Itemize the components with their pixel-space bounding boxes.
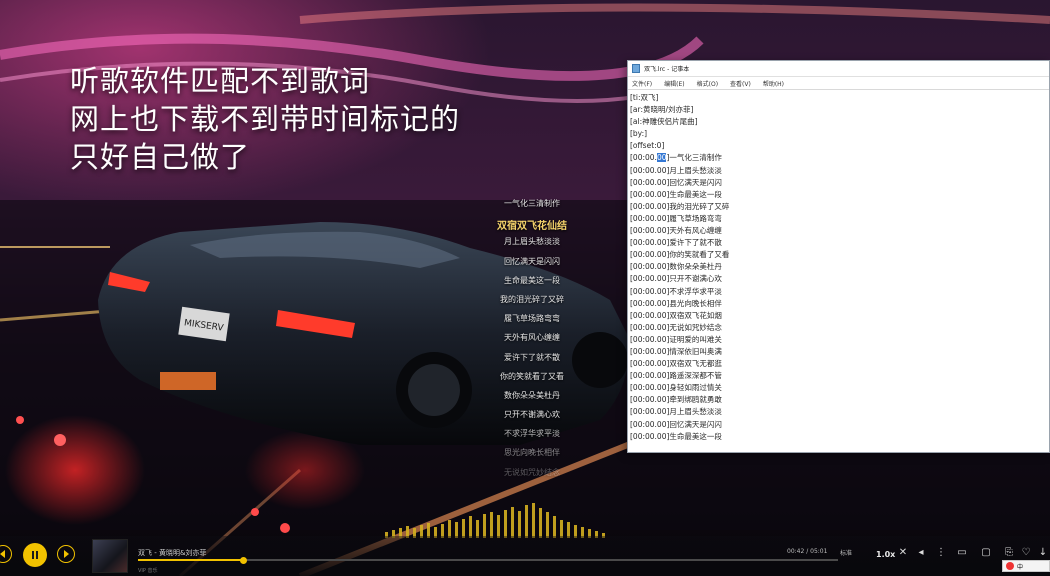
notepad-lyric-line: [00:00.00]双宿双飞花如烟 bbox=[630, 310, 722, 320]
notepad-lyric-line: [00:00.00]证明爱的叫难关 bbox=[630, 334, 722, 344]
notepad-lyric-line: [00:00.00]回忆满天是闪闪 bbox=[630, 419, 722, 429]
progress-fill bbox=[138, 559, 243, 561]
ime-toolbar[interactable]: 中 bbox=[1002, 560, 1050, 572]
progress-knob[interactable] bbox=[239, 556, 247, 564]
notepad-lyric-line: [00:00.00]只开不谢满心欢 bbox=[630, 274, 722, 284]
next-icon bbox=[64, 550, 69, 558]
lyric-line: 数你朵朵美杜丹 bbox=[504, 390, 560, 400]
comment-icon[interactable]: ▢ bbox=[980, 547, 992, 559]
lyric-line: 回忆满天是闪闪 bbox=[504, 256, 560, 266]
previous-icon bbox=[0, 550, 5, 558]
caption-line-2: 网上也下载不到带时间标记的 bbox=[70, 102, 461, 136]
notepad-lyric-line: [00:00.00]天外有风心缠缠 bbox=[630, 226, 722, 236]
time-display: 00:42 / 05:01 bbox=[787, 548, 828, 555]
lyric-line: 爱许下了就不散 bbox=[504, 352, 560, 362]
lyric-line: 履飞草场路弯弯 bbox=[504, 314, 560, 324]
quality-selector[interactable]: 标准 bbox=[840, 548, 852, 557]
notepad-lyric-line: [00:00.00]生命最美这一段 bbox=[630, 431, 722, 441]
notepad-header-line: [ar:黄晓明/刘亦菲] bbox=[630, 105, 694, 115]
lyric-text: ]一气化三清制作 bbox=[666, 153, 722, 163]
notepad-menubar: 文件(F) 编辑(E) 格式(O) 查看(V) 帮助(H) bbox=[628, 77, 1049, 90]
caption-line-1: 听歌软件匹配不到歌词 bbox=[70, 64, 371, 98]
notepad-lyric-line: [00:00.00]月上眉头愁淡淡 bbox=[630, 165, 722, 175]
notepad-lyric-line: [00:00.00]不求浮华求平淡 bbox=[630, 286, 722, 296]
progress-track[interactable] bbox=[138, 556, 838, 564]
lyrics-icon[interactable]: ▭ bbox=[956, 547, 968, 559]
share-icon[interactable]: ⎘ bbox=[1003, 547, 1015, 559]
lyric-line: 思光向晚长相伴 bbox=[504, 448, 560, 458]
shuffle-icon[interactable]: ✕ bbox=[897, 547, 909, 559]
download-icon[interactable]: ↓ bbox=[1037, 547, 1049, 559]
lyric-line: 双宿双飞花仙结 bbox=[497, 221, 567, 233]
notepad-menu-item[interactable]: 编辑(E) bbox=[664, 79, 684, 88]
notepad-menu-item[interactable]: 文件(F) bbox=[632, 79, 652, 88]
music-player-bar: 双飞 - 黄晓明&刘亦菲 VIP 音乐 00:42 / 05:01 标准 1.0… bbox=[0, 536, 1050, 576]
lyric-line: 生命最美这一段 bbox=[504, 275, 560, 285]
lyric-line: 月上眉头愁淡淡 bbox=[504, 237, 560, 247]
notepad-title: 双飞.lrc - 记事本 bbox=[644, 66, 690, 73]
playlist-icon[interactable]: ⋮ bbox=[935, 547, 947, 559]
lyric-line: 无说如咒妙结念 bbox=[504, 467, 560, 477]
lyric-line: 只开不谢满心欢 bbox=[504, 410, 560, 420]
notepad-lyric-line: [00:00.00]牵到绑鸥就勇敢 bbox=[630, 395, 722, 405]
notepad-icon bbox=[632, 64, 640, 73]
notepad-menu-item[interactable]: 格式(O) bbox=[697, 79, 718, 88]
notepad-lyric-line: [00:00.00]情深依旧叫奥满 bbox=[630, 346, 722, 356]
notepad-lyric-line: [00:00.00]你的笑就看了又看 bbox=[630, 250, 730, 260]
notepad-header-line: [ti:双飞] bbox=[630, 93, 659, 102]
notepad-header-line: [offset:0] bbox=[630, 141, 665, 151]
ime-logo-icon bbox=[1006, 562, 1014, 570]
notepad-header-line: [al:神雕侠侣片尾曲] bbox=[630, 117, 698, 127]
notepad-lyric-line: [00:00.00]数你朵朵美杜丹 bbox=[630, 262, 722, 272]
lyric-line: 天外有风心缠缠 bbox=[504, 333, 560, 343]
notepad-lyric-line: [00:00.00]我的泪光碎了又碎 bbox=[630, 201, 730, 211]
pause-icon bbox=[32, 551, 38, 559]
notepad-lyric-line: [00:00.00]身轻如雨过情关 bbox=[630, 383, 722, 393]
notepad-text-area[interactable]: [ti:双飞] [ar:黄晓明/刘亦菲] [al:神雕侠侣片尾曲] [by:] [off… bbox=[628, 90, 1049, 443]
notepad-lyric-line: [00:00.00]无说如咒妙结念 bbox=[630, 322, 722, 332]
lyric-line: 我的泪光碎了又碎 bbox=[500, 294, 564, 304]
lyric-line: 不求浮华求平淡 bbox=[504, 429, 560, 439]
video-caption: 听歌软件匹配不到歌词 网上也下载不到带时间标记的 只好自己做了 bbox=[70, 62, 460, 176]
notepad-lyric-line: [00:00.00]履飞草场路弯弯 bbox=[630, 213, 722, 223]
notepad-window[interactable]: 双飞.lrc - 记事本 文件(F) 编辑(E) 格式(O) 查看(V) 帮助(H) [… bbox=[627, 60, 1050, 453]
pause-button[interactable] bbox=[23, 543, 47, 567]
notepad-lyric-line: [00:00.00]回忆满天是闪闪 bbox=[630, 177, 722, 187]
lyric-line: 一气化三清制作 bbox=[504, 199, 560, 208]
notepad-lyric-line: [00:00.00]一气化三清制作 bbox=[630, 152, 1047, 164]
caption-line-3: 只好自己做了 bbox=[70, 140, 251, 174]
album-cover[interactable] bbox=[92, 539, 128, 573]
song-subtitle: VIP 音乐 bbox=[138, 568, 158, 574]
notepad-menu-item[interactable]: 帮助(H) bbox=[763, 79, 784, 88]
song-title[interactable]: 双飞 - 黄晓明&刘亦菲 bbox=[138, 548, 206, 558]
previous-button[interactable] bbox=[0, 545, 12, 563]
speed-button[interactable]: 1.0x bbox=[876, 550, 895, 559]
timestamp-text: [00:00. bbox=[630, 153, 657, 163]
ime-mode-label: 中 bbox=[1017, 563, 1024, 571]
volume-icon[interactable]: ◂ bbox=[915, 547, 927, 559]
notepad-header-line: [by:] bbox=[630, 129, 648, 139]
like-icon[interactable]: ♡ bbox=[1020, 547, 1032, 559]
notepad-lyric-line: [00:00.00]月上眉头愁淡淡 bbox=[630, 407, 722, 417]
notepad-lyric-line: [00:00.00]县光向晚长相伴 bbox=[630, 298, 722, 308]
notepad-titlebar[interactable]: 双飞.lrc - 记事本 bbox=[628, 61, 1049, 77]
lyric-line: 你的笑就看了又看 bbox=[500, 371, 564, 381]
notepad-lyric-line: [00:00.00]生命最美这一段 bbox=[630, 189, 722, 199]
notepad-lyric-line: [00:00.00]爱许下了就不散 bbox=[630, 238, 722, 248]
next-button[interactable] bbox=[57, 545, 75, 563]
desktop-lyrics: 一气化三清制作 双宿双飞花仙结 月上眉头愁淡淡 回忆满天是闪闪 生命最美这一段 我的泪光碎… bbox=[482, 198, 582, 486]
notepad-lyric-line: [00:00.00]双宿双飞无都逛 bbox=[630, 359, 722, 369]
notepad-lyric-line: [00:00.00]路遥深深都不管 bbox=[630, 371, 722, 381]
notepad-menu-item[interactable]: 查看(V) bbox=[730, 79, 751, 88]
